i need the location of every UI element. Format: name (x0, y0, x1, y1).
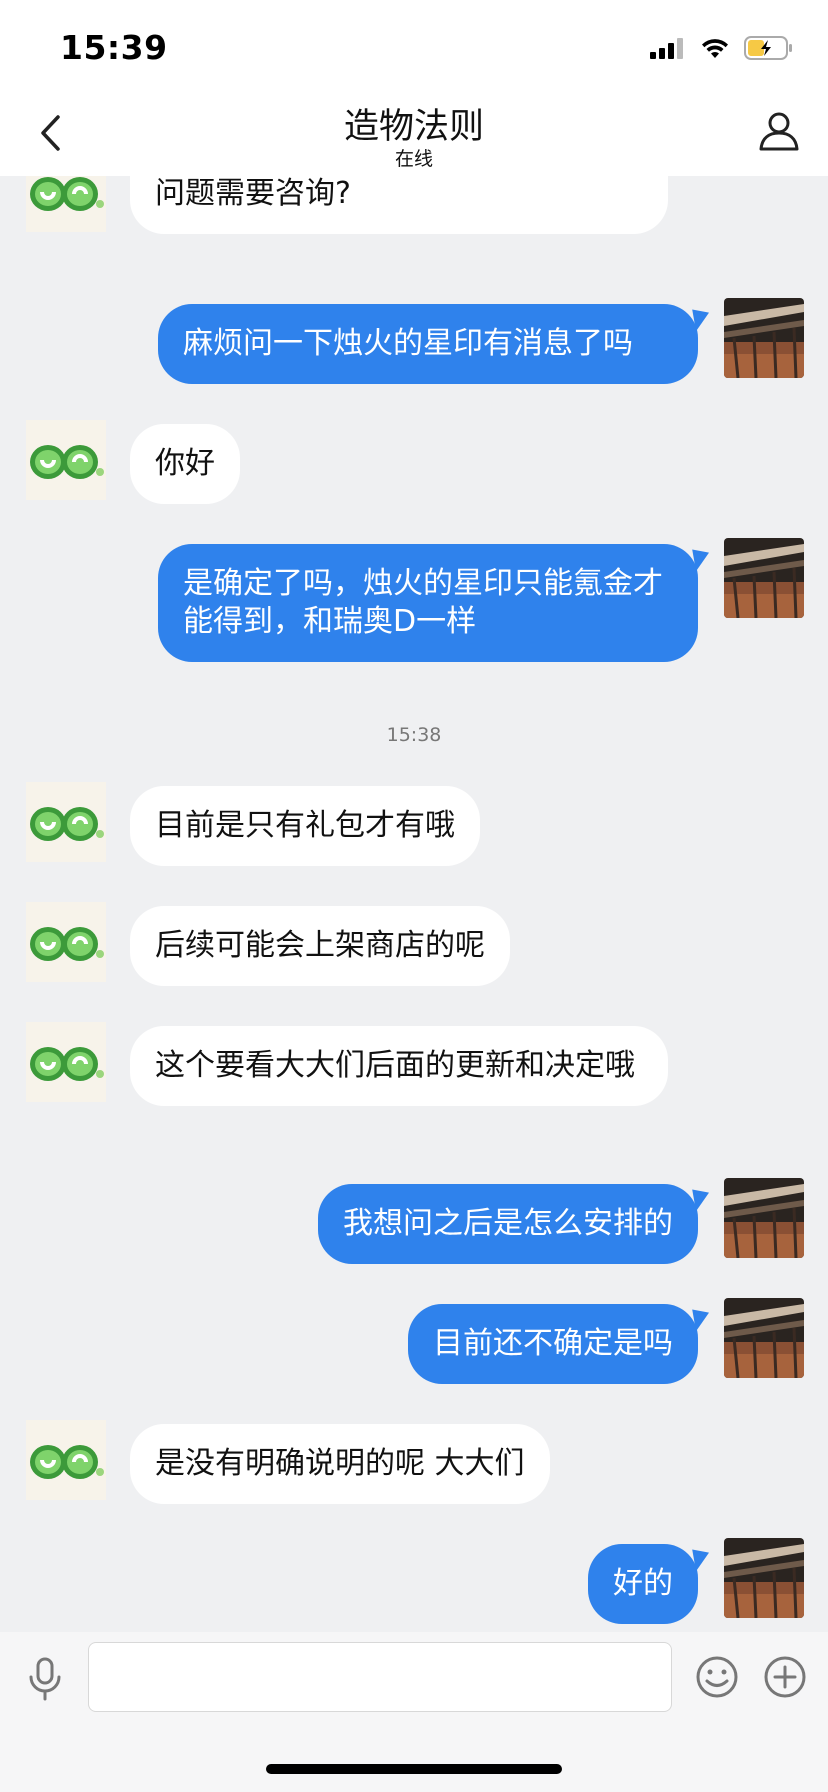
message-text: 是没有明确说明的呢 大大们 (155, 1446, 525, 1481)
emoji-button[interactable] (694, 1654, 740, 1700)
message-text: 麻烦问一下烛火的星印有消息了吗 (183, 326, 633, 361)
agent-avatar[interactable] (26, 1022, 106, 1102)
user-avatar[interactable] (724, 298, 804, 378)
message-text: 是确定了吗，烛火的星印只能氪金才能得到，和瑞奥D一样 (183, 566, 663, 639)
message-text: 好的 (613, 1566, 673, 1601)
more-button[interactable] (762, 1654, 808, 1700)
outgoing-message-bubble[interactable]: 目前还不确定是吗 (408, 1304, 698, 1384)
agent-avatar[interactable] (26, 176, 106, 232)
message-text: 目前是只有礼包才有哦 (155, 808, 455, 843)
home-indicator (266, 1764, 562, 1774)
cellular-signal-icon (650, 37, 686, 63)
outgoing-message-bubble[interactable]: 麻烦问一下烛火的星印有消息了吗 (158, 304, 698, 384)
agent-avatar[interactable] (26, 420, 106, 500)
chat-screen: 15:39 造物法则 在线 问题需要咨询? 麻烦问一下烛火的星印有消息了吗 你好… (0, 0, 828, 1792)
outgoing-message-bubble[interactable]: 是确定了吗，烛火的星印只能氪金才能得到，和瑞奥D一样 (158, 544, 698, 662)
outgoing-message-bubble[interactable]: 我想问之后是怎么安排的 (318, 1184, 698, 1264)
microphone-icon (29, 1657, 61, 1701)
user-avatar[interactable] (724, 1538, 804, 1618)
message-text: 您好，很高兴为您服务！请问有什么问题需要咨询? (155, 176, 351, 211)
message-text: 目前还不确定是吗 (433, 1326, 673, 1361)
status-time: 15:39 (60, 28, 168, 67)
incoming-message-bubble[interactable]: 后续可能会上架商店的呢 (130, 906, 510, 986)
user-avatar[interactable] (724, 1298, 804, 1378)
chat-title: 造物法则 (343, 107, 484, 147)
agent-avatar[interactable] (26, 782, 106, 862)
incoming-message-bubble[interactable]: 您好，很高兴为您服务！请问有什么问题需要咨询? (130, 176, 668, 234)
incoming-message-bubble[interactable]: 是没有明确说明的呢 大大们 (130, 1424, 550, 1504)
agent-avatar[interactable] (26, 902, 106, 982)
incoming-message-bubble[interactable]: 目前是只有礼包才有哦 (130, 786, 480, 866)
input-bar (0, 1632, 828, 1792)
agent-avatar[interactable] (26, 1420, 106, 1500)
message-list[interactable]: 您好，很高兴为您服务！请问有什么问题需要咨询? 麻烦问一下烛火的星印有消息了吗 (0, 176, 828, 1632)
message-text: 这个要看大大们后面的更新和决定哦 (155, 1048, 635, 1083)
battery-icon (744, 36, 794, 64)
profile-button[interactable] (756, 108, 802, 154)
timestamp: 15:38 (386, 724, 442, 746)
online-status: 在线 (394, 148, 433, 170)
voice-button[interactable] (22, 1656, 68, 1702)
outgoing-message-bubble[interactable]: 好的 (588, 1544, 698, 1624)
message-text: 我想问之后是怎么安排的 (343, 1206, 673, 1241)
wifi-icon (700, 37, 730, 63)
status-icons (650, 36, 794, 64)
navigation-bar: 造物法则 在线 (0, 96, 828, 176)
person-icon (759, 112, 799, 151)
incoming-message-bubble[interactable]: 你好 (130, 424, 240, 504)
message-text: 后续可能会上架商店的呢 (155, 928, 485, 963)
user-avatar[interactable] (724, 1178, 804, 1258)
message-input[interactable] (88, 1642, 672, 1712)
message-text: 你好 (155, 446, 215, 481)
user-avatar[interactable] (724, 538, 804, 618)
incoming-message-bubble[interactable]: 这个要看大大们后面的更新和决定哦 (130, 1026, 668, 1106)
smiley-icon (696, 1656, 738, 1698)
plus-circle-icon (764, 1656, 806, 1698)
status-bar: 15:39 (0, 0, 828, 96)
